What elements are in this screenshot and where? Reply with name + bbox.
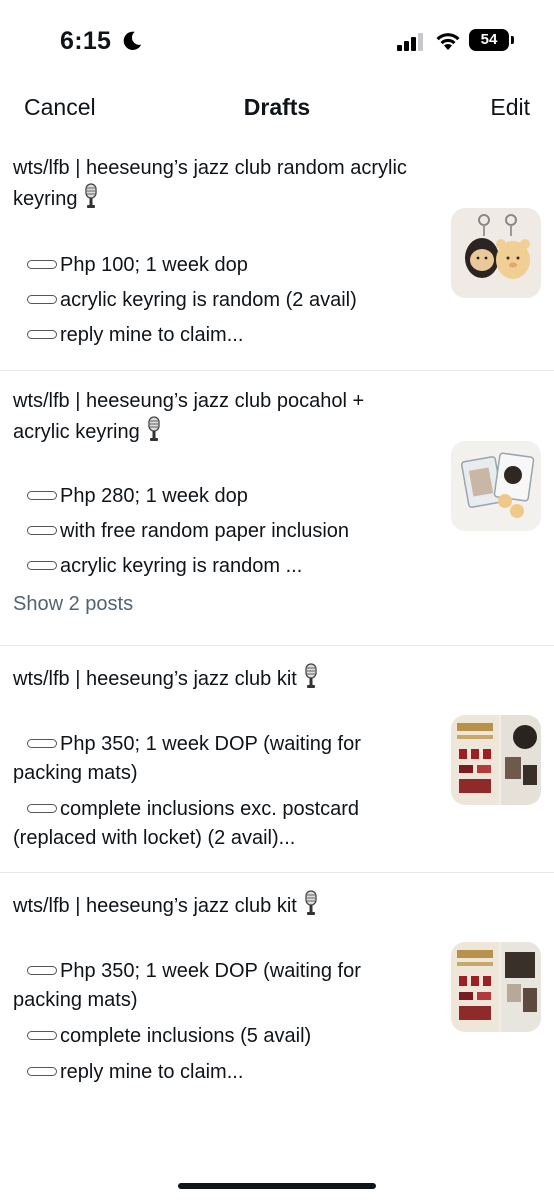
wifi-icon bbox=[436, 33, 460, 50]
bullet-line: acrylic keyring is random ... bbox=[13, 552, 430, 581]
photocard-keyring-photo bbox=[460, 452, 535, 518]
draft-title: wts/lfb | heeseung’s jazz club random ac… bbox=[13, 157, 407, 179]
bullet-line: reply mine to claim... bbox=[13, 321, 430, 350]
draft-thumbnail bbox=[451, 441, 541, 531]
draft-item[interactable]: wts/lfb | heeseung’s jazz club pocahol +… bbox=[0, 371, 554, 646]
bullet-line-continued: (replaced with locket) (2 avail)... bbox=[13, 827, 296, 849]
draft-item[interactable]: wts/lfb | heeseung’s jazz club random ac… bbox=[0, 142, 554, 371]
bullet-line: reply mine to claim... bbox=[13, 1058, 430, 1087]
bullet-pill-icon bbox=[27, 526, 57, 536]
microphone-emoji-icon bbox=[305, 890, 317, 915]
draft-text: wts/lfb | heeseung’s jazz club random ac… bbox=[0, 154, 430, 350]
draft-title: acrylic keyring bbox=[13, 421, 140, 443]
nav-bar: Cancel Drafts Edit bbox=[0, 80, 554, 136]
microphone-emoji-icon bbox=[148, 416, 160, 441]
bullet-pill-icon bbox=[27, 330, 57, 340]
draft-title: wts/lfb | heeseung’s jazz club pocahol + bbox=[13, 390, 365, 412]
status-time: 6:15 bbox=[60, 27, 112, 55]
draft-text: wts/lfb | heeseung’s jazz club kit Php 3… bbox=[0, 890, 430, 1087]
bullet-line: Php 100; 1 week dop bbox=[13, 251, 430, 280]
draft-thumbnail bbox=[451, 942, 541, 1032]
battery-nub bbox=[511, 36, 514, 44]
drafts-list: wts/lfb | heeseung’s jazz club random ac… bbox=[0, 142, 554, 1103]
bullet-pill-icon bbox=[27, 966, 57, 976]
edit-button[interactable]: Edit bbox=[490, 94, 530, 121]
draft-item[interactable]: wts/lfb | heeseung’s jazz club kit Php 3… bbox=[0, 646, 554, 873]
bullet-pill-icon bbox=[27, 295, 57, 305]
bullet-line: Php 350; 1 week DOP (waiting for bbox=[13, 730, 430, 759]
bullet-line: complete inclusions (5 avail) bbox=[13, 1022, 430, 1051]
show-posts-link[interactable]: Show 2 posts bbox=[0, 581, 554, 630]
keyring-photo bbox=[465, 214, 530, 279]
page-title: Drafts bbox=[243, 94, 311, 120]
bullet-line: Php 280; 1 week dop bbox=[13, 482, 430, 511]
bullet-pill-icon bbox=[27, 1031, 57, 1041]
bullet-pill-icon bbox=[27, 804, 57, 814]
status-bar: 6:15 54 bbox=[0, 0, 554, 80]
bullet-pill-icon bbox=[27, 739, 57, 749]
bullet-line-continued: packing mats) bbox=[13, 762, 138, 784]
bullet-line: acrylic keyring is random (2 avail) bbox=[13, 286, 430, 315]
bullet-pill-icon bbox=[27, 491, 57, 501]
draft-text: wts/lfb | heeseung’s jazz club pocahol +… bbox=[0, 387, 430, 581]
draft-text: wts/lfb | heeseung’s jazz club kit Php 3… bbox=[0, 663, 430, 853]
draft-thumbnail bbox=[451, 715, 541, 805]
bullet-line-continued: packing mats) bbox=[13, 989, 138, 1011]
cellular-signal-icon bbox=[397, 33, 423, 51]
bullet-line: Php 350; 1 week DOP (waiting for bbox=[13, 957, 430, 986]
draft-thumbnail bbox=[451, 208, 541, 298]
microphone-emoji-icon bbox=[305, 663, 317, 688]
bullet-line: with free random paper inclusion bbox=[13, 517, 430, 546]
bullet-line: complete inclusions exc. postcard bbox=[13, 795, 430, 824]
battery-indicator: 54 bbox=[469, 29, 509, 51]
kit-inclusions-photo bbox=[451, 942, 541, 1032]
home-indicator bbox=[178, 1183, 376, 1189]
draft-title: keyring bbox=[13, 188, 78, 210]
bullet-pill-icon bbox=[27, 260, 57, 270]
bullet-pill-icon bbox=[27, 1067, 57, 1077]
kit-inclusions-photo bbox=[451, 715, 541, 805]
draft-item[interactable]: wts/lfb | heeseung’s jazz club kit Php 3… bbox=[0, 873, 554, 1103]
moon-icon bbox=[123, 31, 142, 50]
bullet-pill-icon bbox=[27, 561, 57, 571]
draft-title: wts/lfb | heeseung’s jazz club kit bbox=[13, 895, 297, 917]
microphone-emoji-icon bbox=[85, 183, 98, 208]
draft-title: wts/lfb | heeseung’s jazz club kit bbox=[13, 668, 297, 690]
